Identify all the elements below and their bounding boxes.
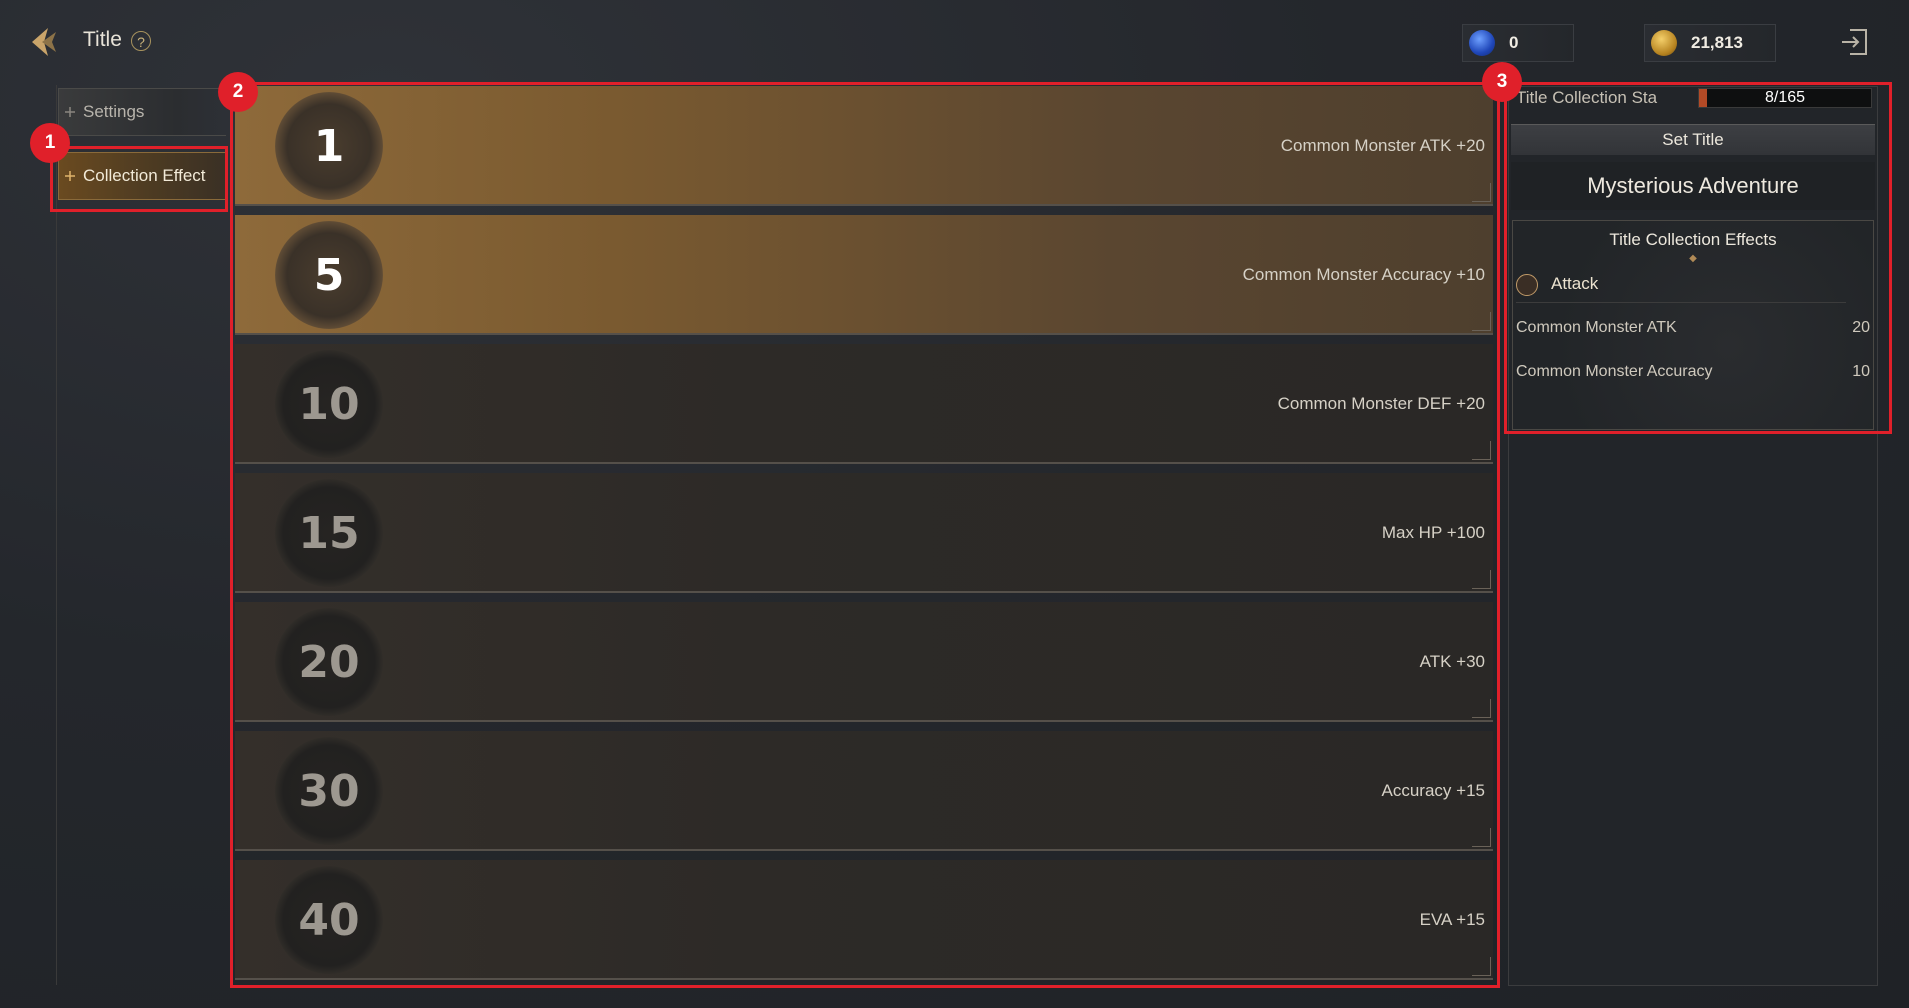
row-effect: Max HP +100 <box>1381 523 1485 542</box>
set-title-button[interactable]: Set Title <box>1511 124 1875 155</box>
collection-row[interactable]: 5 Common Monster Accuracy +10 <box>235 215 1493 335</box>
exit-icon[interactable] <box>1838 26 1870 58</box>
level-medal: 5 <box>275 221 383 329</box>
back-arrow-icon <box>32 28 56 56</box>
row-corner-ornament <box>1472 441 1491 460</box>
level-number: 15 <box>298 507 360 559</box>
collection-row[interactable]: 15 Max HP +100 <box>235 473 1493 593</box>
nav-item-collection-effect[interactable]: Collection Effect <box>58 152 226 200</box>
collection-progress-bar: 8/165 <box>1698 88 1872 108</box>
level-medal: 30 <box>275 737 383 845</box>
level-medal: 10 <box>275 350 383 458</box>
collection-row[interactable]: 20 ATK +30 <box>235 602 1493 722</box>
row-effect: Accuracy +15 <box>1381 781 1485 800</box>
category-divider <box>1516 302 1846 303</box>
row-corner-ornament <box>1472 183 1491 202</box>
collection-row[interactable]: 40 EVA +15 <box>235 860 1493 980</box>
currency-gems: 0 <box>1462 24 1574 62</box>
annotation-badge-1: 1 <box>30 123 70 163</box>
category-label: Attack <box>1551 274 1599 293</box>
level-number: 1 <box>313 120 345 172</box>
attack-category-icon <box>1516 274 1538 296</box>
nav-marker-icon <box>65 171 75 181</box>
row-effect: Common Monster ATK +20 <box>1280 136 1485 155</box>
level-medal: 20 <box>275 608 383 716</box>
row-corner-ornament <box>1472 699 1491 718</box>
level-number: 40 <box>298 894 360 946</box>
stat-value: 10 <box>1852 363 1870 380</box>
row-corner-ornament <box>1472 570 1491 589</box>
nav-divider <box>56 85 57 985</box>
row-corner-ornament <box>1472 957 1491 976</box>
nav-marker-icon <box>65 107 75 117</box>
annotation-badge-3: 3 <box>1482 62 1522 102</box>
annotation-badge-2: 2 <box>218 72 258 112</box>
stat-name: Common Monster ATK <box>1516 319 1677 336</box>
gold-count: 21,813 <box>1691 33 1743 52</box>
gem-count: 0 <box>1509 33 1519 52</box>
nav-item-label: Settings <box>83 102 145 121</box>
current-title: Mysterious Adventure <box>1511 162 1875 210</box>
currency-gold: 21,813 <box>1644 24 1776 62</box>
level-medal: 15 <box>275 479 383 587</box>
progress-text: 8/165 <box>1764 89 1806 106</box>
gold-coin-icon <box>1651 30 1677 56</box>
help-icon[interactable]: ? <box>131 31 151 51</box>
collection-row[interactable]: 30 Accuracy +15 <box>235 731 1493 851</box>
level-number: 10 <box>298 378 360 430</box>
nav-item-label: Collection Effect <box>83 166 206 185</box>
row-effect: Common Monster Accuracy +10 <box>1242 265 1485 284</box>
row-corner-ornament <box>1472 312 1491 331</box>
row-effect: Common Monster DEF +20 <box>1277 394 1485 413</box>
level-number: 5 <box>313 249 345 301</box>
level-medal: 1 <box>275 92 383 200</box>
blue-gem-icon <box>1469 30 1495 56</box>
effects-title: Title Collection Effects <box>1609 230 1777 249</box>
collection-progress-label: Title Collection Sta <box>1516 88 1658 107</box>
row-corner-ornament <box>1472 828 1491 847</box>
level-number: 20 <box>298 636 360 688</box>
collection-row[interactable]: 1 Common Monster ATK +20 <box>235 86 1493 206</box>
ornament-divider-icon: ◆ <box>1689 253 1697 264</box>
stat-name: Common Monster Accuracy <box>1516 363 1713 380</box>
nav-item-settings[interactable]: Settings <box>58 88 226 136</box>
stat-value: 20 <box>1852 319 1870 336</box>
level-number: 30 <box>298 765 360 817</box>
level-medal: 40 <box>275 866 383 974</box>
back-button[interactable] <box>24 20 68 64</box>
page-title: Title <box>83 28 122 51</box>
collection-row[interactable]: 10 Common Monster DEF +20 <box>235 344 1493 464</box>
